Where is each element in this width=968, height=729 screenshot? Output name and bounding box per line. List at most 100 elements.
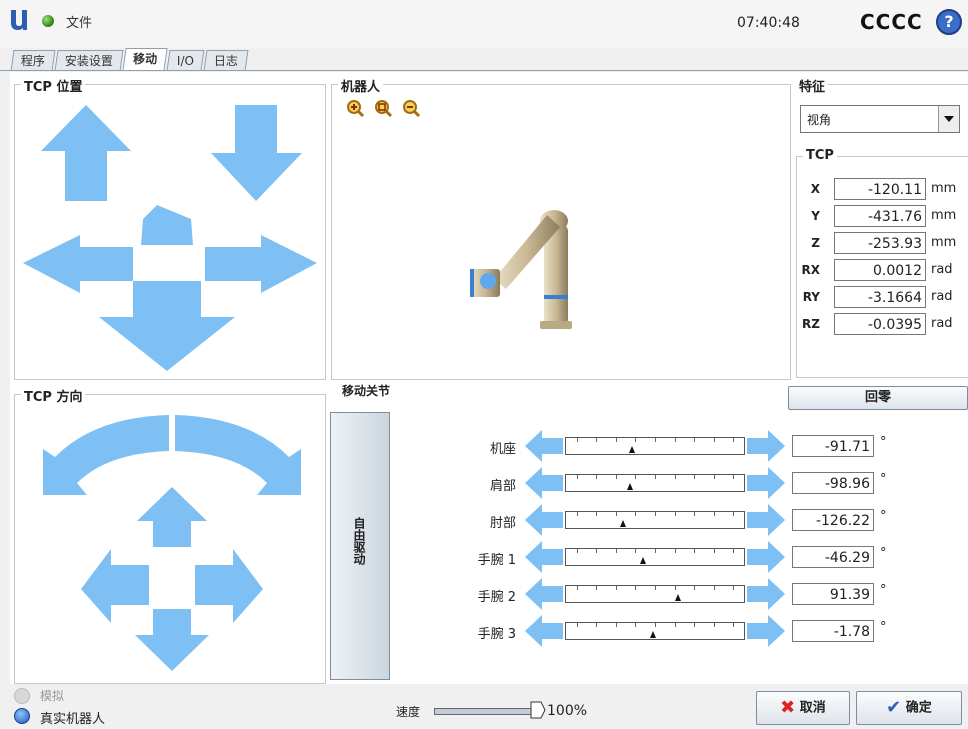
joint-decrease-arrow[interactable] bbox=[524, 503, 564, 537]
tcp-label-ry: RY bbox=[802, 290, 820, 304]
tab-installation[interactable]: 安装设置 bbox=[54, 50, 124, 71]
tcp-field-ry[interactable]: -3.1664 bbox=[834, 286, 926, 308]
clock: 07:40:48 bbox=[737, 15, 800, 31]
slider-tick bbox=[655, 475, 656, 479]
tcp-right-arrow[interactable] bbox=[205, 235, 317, 293]
slider-tick bbox=[733, 512, 735, 516]
slider-tick bbox=[674, 549, 676, 553]
tcp-position-panel: TCP 位置 bbox=[14, 76, 326, 380]
real-robot-radio[interactable] bbox=[14, 708, 30, 724]
slider-tick bbox=[615, 438, 617, 442]
bottom-bar: 模拟 真实机器人 速度 100% ✖ 取消 ✔ 确定 bbox=[0, 686, 968, 729]
rotate-cw-arrow[interactable] bbox=[175, 415, 301, 495]
tcp-up-arrow[interactable] bbox=[41, 105, 131, 201]
tcp-left-arrow[interactable] bbox=[23, 235, 133, 293]
joint-label: 肩部 bbox=[489, 479, 516, 494]
joint-decrease-arrow[interactable] bbox=[524, 540, 564, 574]
slider-tick bbox=[713, 512, 715, 516]
ok-button[interactable]: ✔ 确定 bbox=[856, 691, 962, 725]
tcp-field-rz[interactable]: -0.0395 bbox=[834, 313, 926, 335]
zoom-out-icon[interactable] bbox=[402, 99, 422, 119]
tab-log[interactable]: 日志 bbox=[203, 50, 249, 71]
joint-increase-arrow[interactable] bbox=[746, 429, 786, 463]
freedrive-label: 自由驱动 bbox=[352, 517, 366, 565]
slider-tick bbox=[674, 512, 676, 516]
slider-tick bbox=[713, 623, 715, 627]
rotate-ccw-arrow[interactable] bbox=[43, 415, 169, 495]
file-menu[interactable]: 文件 bbox=[66, 12, 92, 31]
slider-tick bbox=[694, 512, 696, 516]
speed-slider-handle[interactable] bbox=[530, 701, 546, 721]
chevron-down-icon[interactable] bbox=[938, 106, 959, 132]
zoom-in-icon[interactable] bbox=[346, 99, 366, 119]
joint-slider[interactable] bbox=[565, 548, 745, 566]
joint-degree-unit: ° bbox=[880, 472, 887, 487]
tab-move[interactable]: 移动 bbox=[122, 48, 168, 71]
tcp-down-arrow[interactable] bbox=[211, 105, 302, 201]
speed-value: 100% bbox=[547, 703, 588, 719]
slider-tick bbox=[694, 586, 696, 590]
joint-slider[interactable] bbox=[565, 511, 745, 529]
joint-decrease-arrow[interactable] bbox=[524, 466, 564, 500]
joint-decrease-arrow[interactable] bbox=[524, 429, 564, 463]
tcp-field-z[interactable]: -253.93 bbox=[834, 232, 926, 254]
home-button[interactable]: 回零 bbox=[788, 386, 968, 410]
tilt-left-arrow[interactable] bbox=[81, 549, 149, 623]
slider-tick bbox=[694, 475, 696, 479]
joint-slider[interactable] bbox=[565, 585, 745, 603]
joint-increase-arrow[interactable] bbox=[746, 577, 786, 611]
help-icon[interactable]: ? bbox=[936, 9, 962, 35]
joint-value-field[interactable]: 91.39 bbox=[792, 583, 874, 605]
tilt-right-arrow[interactable] bbox=[195, 549, 263, 623]
joint-value-field[interactable]: -126.22 bbox=[792, 509, 874, 531]
tab-io[interactable]: I/O bbox=[166, 50, 205, 71]
slider-tick bbox=[615, 475, 617, 479]
joint-slider[interactable] bbox=[565, 437, 745, 455]
slider-tick bbox=[733, 623, 735, 627]
tcp-label-rz: RZ bbox=[802, 317, 820, 331]
tcp-unit-rx: rad bbox=[931, 262, 953, 277]
feature-dropdown[interactable]: 视角 bbox=[800, 105, 960, 133]
joint-increase-arrow[interactable] bbox=[746, 503, 786, 537]
tcp-unit-z: mm bbox=[931, 235, 957, 250]
joint-increase-arrow[interactable] bbox=[746, 614, 786, 648]
tilt-down-arrow[interactable] bbox=[135, 609, 209, 671]
tilt-up-arrow[interactable] bbox=[137, 487, 207, 547]
slider-tick bbox=[655, 586, 656, 590]
joint-increase-arrow[interactable] bbox=[746, 540, 786, 574]
speed-label: 速度 bbox=[396, 705, 421, 719]
slider-tick bbox=[694, 438, 696, 442]
check-icon: ✔ bbox=[886, 697, 902, 718]
tcp-forward-arrow[interactable] bbox=[141, 205, 193, 245]
slider-tick bbox=[615, 549, 617, 553]
slider-tick bbox=[635, 623, 637, 627]
joint-slider-marker bbox=[650, 631, 657, 638]
joint-decrease-arrow[interactable] bbox=[524, 577, 564, 611]
simulation-radio[interactable] bbox=[14, 688, 30, 704]
joint-slider[interactable] bbox=[565, 622, 745, 640]
freedrive-button[interactable]: 自由驱动 bbox=[330, 412, 390, 680]
joint-slider[interactable] bbox=[565, 474, 745, 492]
tcp-field-rx[interactable]: 0.0012 bbox=[834, 259, 926, 281]
feature-dropdown-value: 视角 bbox=[807, 113, 832, 127]
joint-value-field[interactable]: -46.29 bbox=[792, 546, 874, 568]
speed-slider-track[interactable] bbox=[434, 708, 540, 715]
tcp-field-x[interactable]: -120.11 bbox=[834, 178, 926, 200]
joint-value-field[interactable]: -91.71 bbox=[792, 435, 874, 457]
tab-program[interactable]: 程序 bbox=[10, 50, 56, 71]
tcp-field-y[interactable]: -431.76 bbox=[834, 205, 926, 227]
joint-increase-arrow[interactable] bbox=[746, 466, 786, 500]
robot-3d-model[interactable] bbox=[452, 195, 592, 345]
slider-tick bbox=[694, 549, 696, 553]
joint-decrease-arrow[interactable] bbox=[524, 614, 564, 648]
joint-value-field[interactable]: -1.78 bbox=[792, 620, 874, 642]
slider-tick bbox=[694, 623, 696, 627]
zoom-fit-icon[interactable] bbox=[374, 99, 394, 119]
cancel-button[interactable]: ✖ 取消 bbox=[756, 691, 850, 725]
real-robot-label: 真实机器人 bbox=[40, 712, 106, 727]
slider-tick bbox=[576, 438, 578, 442]
tcp-unit-x: mm bbox=[931, 181, 957, 196]
joint-label: 手腕 3 bbox=[477, 627, 516, 642]
joint-value-field[interactable]: -98.96 bbox=[792, 472, 874, 494]
tcp-backward-arrow[interactable] bbox=[99, 281, 235, 371]
